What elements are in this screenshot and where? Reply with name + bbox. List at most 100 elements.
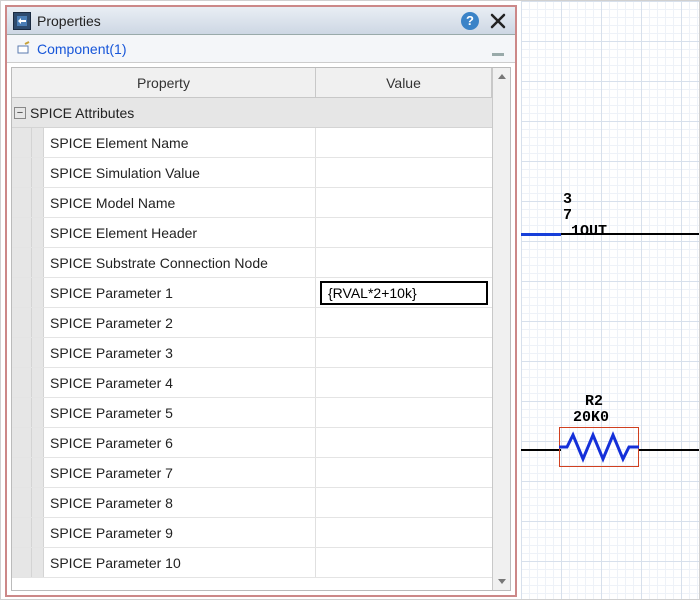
- row-gutter: [12, 188, 32, 217]
- property-value-cell[interactable]: [316, 128, 492, 157]
- wire-segment[interactable]: [521, 449, 561, 451]
- property-name-cell[interactable]: SPICE Parameter 6: [44, 428, 316, 457]
- sub-header: Component(1): [7, 35, 515, 63]
- row-gutter: [12, 158, 32, 187]
- header-value[interactable]: Value: [316, 68, 492, 97]
- wire-segment[interactable]: [521, 233, 561, 236]
- property-name-cell[interactable]: SPICE Parameter 2: [44, 308, 316, 337]
- grid-rows: − SPICE Attributes SPICE Element NameSPI…: [12, 98, 492, 590]
- table-row[interactable]: SPICE Element Name: [12, 128, 492, 158]
- property-value-cell[interactable]: [316, 248, 492, 277]
- property-name-cell[interactable]: SPICE Parameter 9: [44, 518, 316, 547]
- app-stage: Properties ? Component(1) Property Value: [0, 0, 700, 600]
- table-row[interactable]: SPICE Element Header: [12, 218, 492, 248]
- property-name-cell[interactable]: SPICE Parameter 10: [44, 548, 316, 577]
- row-indent: [32, 458, 44, 487]
- net-label-out: 1OUT: [571, 223, 607, 240]
- property-name-cell[interactable]: SPICE Model Name: [44, 188, 316, 217]
- collapse-icon[interactable]: −: [14, 107, 26, 119]
- row-indent: [32, 488, 44, 517]
- row-indent: [32, 338, 44, 367]
- row-indent: [32, 548, 44, 577]
- table-row[interactable]: SPICE Parameter 1: [12, 278, 492, 308]
- row-gutter: [12, 488, 32, 517]
- property-value-cell[interactable]: [316, 458, 492, 487]
- minimize-button[interactable]: [489, 40, 507, 58]
- property-name-cell[interactable]: SPICE Parameter 1: [44, 278, 316, 307]
- resistor-ref[interactable]: R2: [585, 393, 603, 410]
- titlebar: Properties ?: [7, 7, 515, 35]
- group-label: SPICE Attributes: [30, 105, 134, 121]
- app-icon: [13, 12, 31, 30]
- property-name-cell[interactable]: SPICE Substrate Connection Node: [44, 248, 316, 277]
- row-indent: [32, 368, 44, 397]
- property-value-cell[interactable]: [316, 548, 492, 577]
- row-indent: [32, 128, 44, 157]
- table-row[interactable]: SPICE Parameter 3: [12, 338, 492, 368]
- property-value-cell[interactable]: [316, 428, 492, 457]
- property-value-cell[interactable]: [316, 488, 492, 517]
- property-value-cell[interactable]: [316, 368, 492, 397]
- table-row[interactable]: SPICE Parameter 5: [12, 398, 492, 428]
- property-value-cell[interactable]: [316, 218, 492, 247]
- row-gutter: [12, 458, 32, 487]
- table-row[interactable]: SPICE Parameter 7: [12, 458, 492, 488]
- row-gutter: [12, 428, 32, 457]
- row-gutter: [12, 278, 32, 307]
- scroll-up-icon[interactable]: [493, 68, 510, 86]
- row-indent: [32, 218, 44, 247]
- property-name-cell[interactable]: SPICE Parameter 3: [44, 338, 316, 367]
- grid-body: Property Value − SPICE Attributes SPICE …: [12, 68, 492, 590]
- property-name-cell[interactable]: SPICE Parameter 5: [44, 398, 316, 427]
- grid-header-row: Property Value: [12, 68, 492, 98]
- row-indent: [32, 308, 44, 337]
- pin-label-7: 7: [563, 207, 572, 224]
- row-gutter: [12, 338, 32, 367]
- row-indent: [32, 518, 44, 547]
- table-row[interactable]: SPICE Parameter 2: [12, 308, 492, 338]
- resistor-symbol[interactable]: [559, 431, 639, 463]
- schematic-canvas[interactable]: 3 7 1OUT R2 20K0: [521, 1, 700, 600]
- table-row[interactable]: SPICE Parameter 8: [12, 488, 492, 518]
- table-row[interactable]: SPICE Simulation Value: [12, 158, 492, 188]
- row-gutter: [12, 398, 32, 427]
- panel-title: Properties: [37, 13, 461, 29]
- close-button[interactable]: [487, 10, 509, 32]
- property-name-cell[interactable]: SPICE Parameter 4: [44, 368, 316, 397]
- row-gutter: [12, 308, 32, 337]
- row-indent: [32, 158, 44, 187]
- property-value-cell[interactable]: [316, 158, 492, 187]
- resistor-value[interactable]: 20K0: [573, 409, 609, 426]
- scroll-down-icon[interactable]: [493, 572, 510, 590]
- row-gutter: [12, 548, 32, 577]
- table-row[interactable]: SPICE Substrate Connection Node: [12, 248, 492, 278]
- property-name-cell[interactable]: SPICE Element Name: [44, 128, 316, 157]
- property-name-cell[interactable]: SPICE Simulation Value: [44, 158, 316, 187]
- pin-label-3: 3: [563, 191, 572, 208]
- property-value-cell[interactable]: [316, 518, 492, 547]
- component-link[interactable]: Component(1): [37, 41, 127, 57]
- table-row[interactable]: SPICE Model Name: [12, 188, 492, 218]
- property-value-cell[interactable]: [316, 188, 492, 217]
- row-indent: [32, 188, 44, 217]
- header-property[interactable]: Property: [12, 68, 316, 97]
- property-value-cell[interactable]: [316, 398, 492, 427]
- property-value-cell[interactable]: [316, 308, 492, 337]
- vertical-scrollbar[interactable]: [492, 68, 510, 590]
- property-name-cell[interactable]: SPICE Element Header: [44, 218, 316, 247]
- property-value-cell[interactable]: [316, 338, 492, 367]
- wire-segment[interactable]: [639, 449, 700, 451]
- table-row[interactable]: SPICE Parameter 4: [12, 368, 492, 398]
- row-indent: [32, 428, 44, 457]
- row-indent: [32, 278, 44, 307]
- table-row[interactable]: SPICE Parameter 6: [12, 428, 492, 458]
- table-row[interactable]: SPICE Parameter 9: [12, 518, 492, 548]
- help-button[interactable]: ?: [461, 12, 479, 30]
- spice-parameter-1-input[interactable]: [320, 281, 488, 305]
- group-row-spice-attributes[interactable]: − SPICE Attributes: [12, 98, 492, 128]
- property-name-cell[interactable]: SPICE Parameter 8: [44, 488, 316, 517]
- property-name-cell[interactable]: SPICE Parameter 7: [44, 458, 316, 487]
- property-value-cell[interactable]: [316, 278, 492, 307]
- table-row[interactable]: SPICE Parameter 10: [12, 548, 492, 578]
- property-grid: Property Value − SPICE Attributes SPICE …: [11, 67, 511, 591]
